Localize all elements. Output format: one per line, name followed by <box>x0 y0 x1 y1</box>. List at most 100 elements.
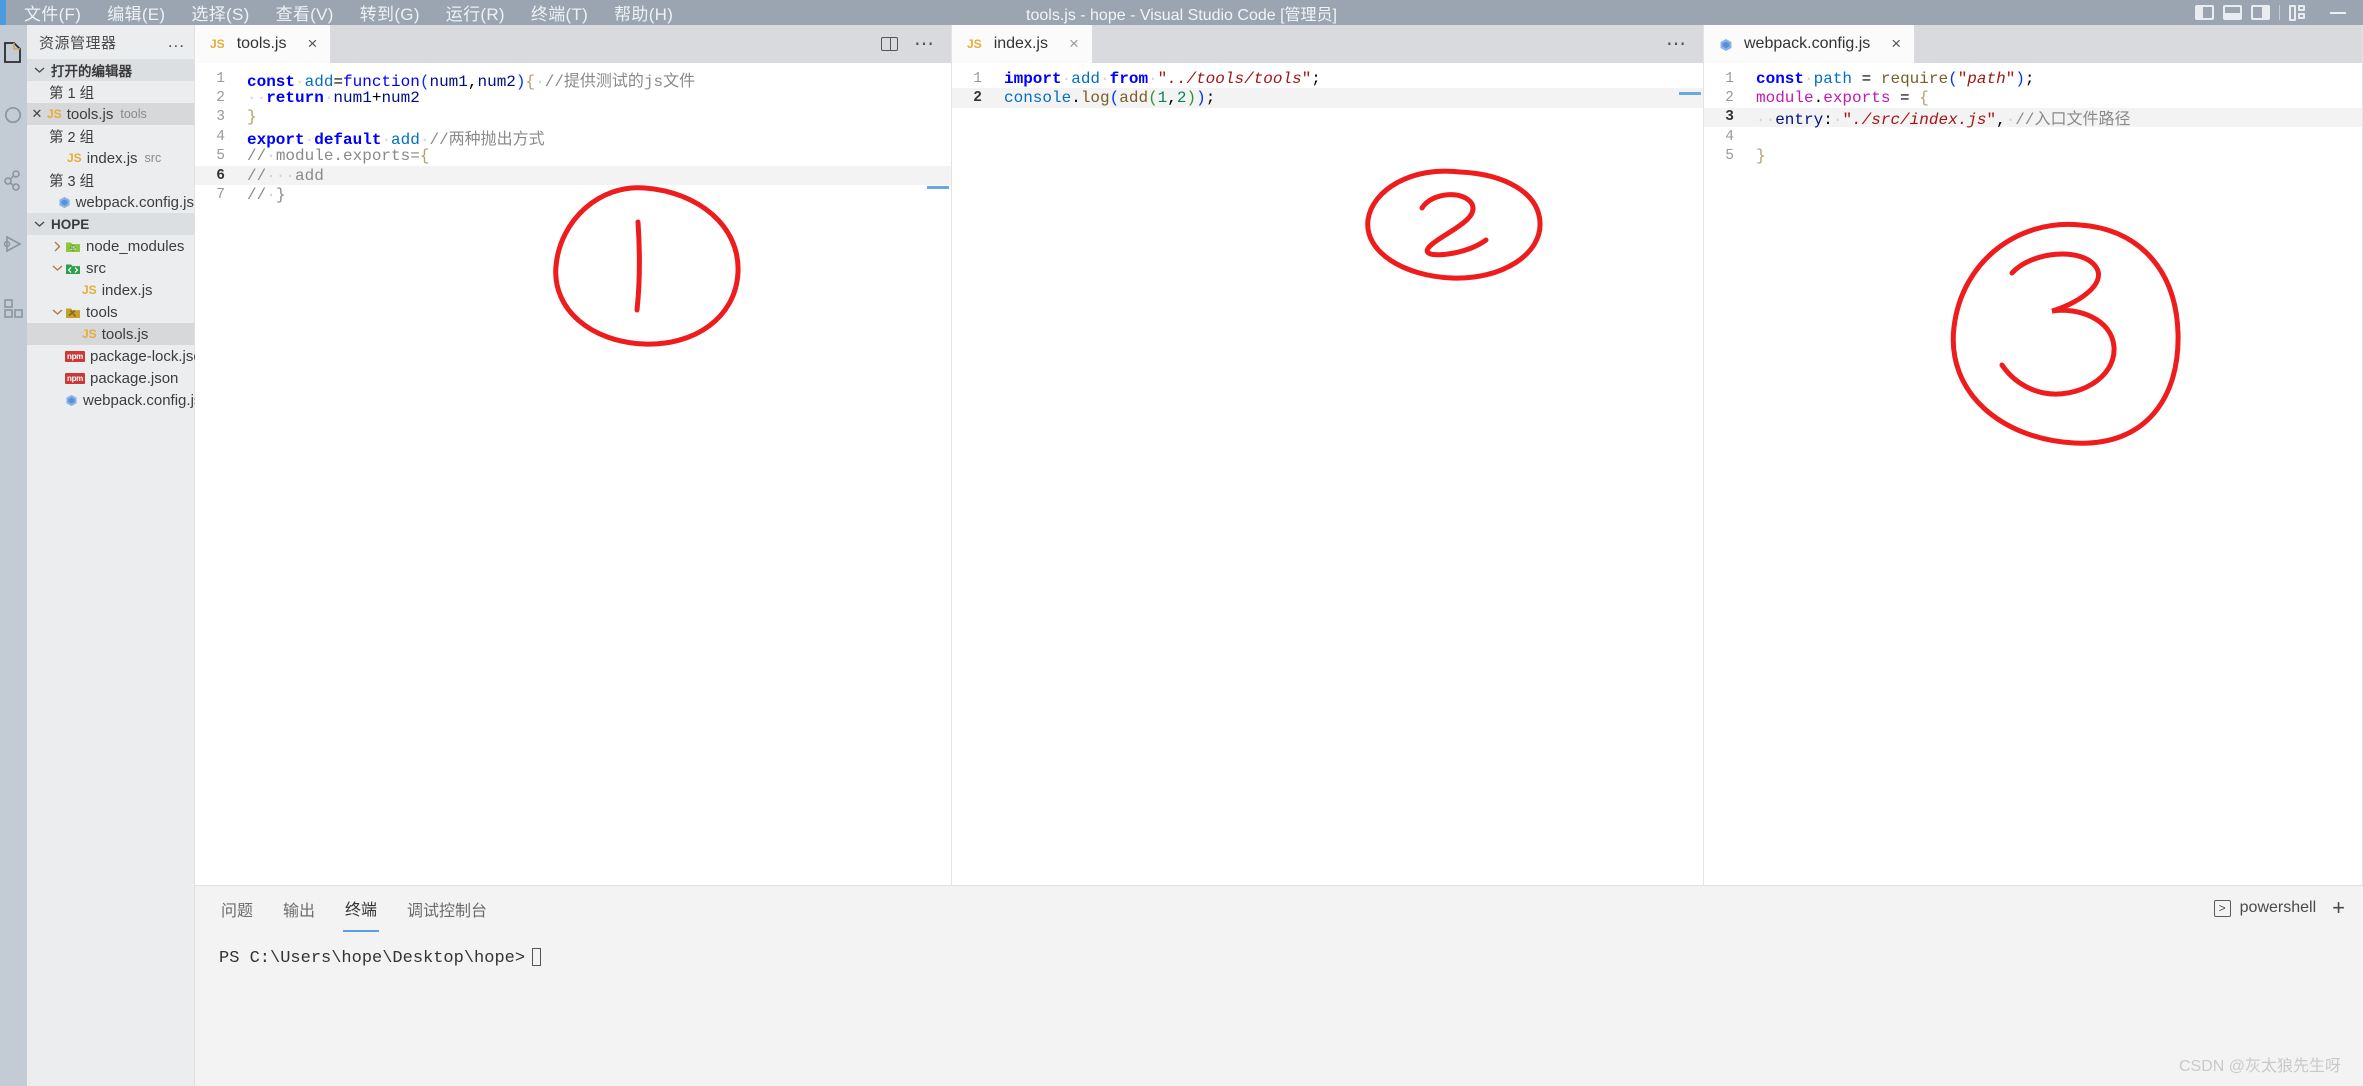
tree-item-tools-tools-js[interactable]: JS tools.js <box>27 323 194 345</box>
line-1: const·path = require("path"); <box>1756 69 2035 88</box>
search-icon <box>4 106 22 123</box>
tab-bar-actions-group-1: ⋯ <box>881 25 951 63</box>
tree-item-package-lock-json[interactable]: npm package-lock.json <box>27 345 210 367</box>
close-icon[interactable]: × <box>1069 34 1079 54</box>
menu-file[interactable]: 文件(F) <box>24 0 81 25</box>
tree-item-label: tools.js <box>101 325 149 343</box>
close-icon[interactable]: × <box>307 34 317 54</box>
tree-item-node_modules[interactable]: JS node_modules <box>27 235 194 257</box>
menu-terminal[interactable]: 终端(T) <box>531 0 588 25</box>
toggle-primary-sidebar-icon[interactable] <box>2195 5 2214 20</box>
menu-help[interactable]: 帮助(H) <box>614 0 673 25</box>
tree-item-tools[interactable]: tools <box>27 301 194 323</box>
open-editor-desc: tools <box>120 107 147 121</box>
window-minimize-button[interactable] <box>2317 0 2359 25</box>
terminal-prompt: PS C:\Users\hope\Desktop\hope> <box>219 949 526 968</box>
tab-bar-group-2: JS index.js × ⋯ <box>952 25 1703 63</box>
tree-item-label: src <box>86 259 106 277</box>
split-editor-icon[interactable] <box>881 37 898 51</box>
customize-layout-icon[interactable] <box>2289 4 2305 21</box>
section-open-editors-label: 打开的编辑器 <box>51 64 132 79</box>
tree-item-webpack-config-js[interactable]: webpack.config.js <box>27 389 201 411</box>
terminal-cursor <box>532 948 542 966</box>
editor-group-2-label[interactable]: 第 2 组 <box>27 125 194 147</box>
bottom-panel: 问题 输出 终端 调试控制台 > powershell + PS C:\User… <box>195 885 2363 1086</box>
tab-tools-js[interactable]: JS tools.js × <box>195 25 331 63</box>
tab-debug-console[interactable]: 调试控制台 <box>405 885 489 931</box>
explorer-sidebar: 资源管理器 ... 打开的编辑器 第 1 组 ✕ JS tools.js too… <box>27 25 210 1086</box>
open-editor-desc: src <box>144 151 162 165</box>
js-file-icon: JS <box>47 107 62 121</box>
editor-groups: JS tools.js × ⋯ 1 const·add=function(num1… <box>195 25 2363 885</box>
open-editor-index-js[interactable]: JS index.js src <box>27 147 194 169</box>
open-editor-webpack-config[interactable]: webpack.config.js <box>27 191 194 213</box>
npm-file-icon: npm <box>65 372 85 384</box>
editor-group-3-label[interactable]: 第 3 组 <box>27 169 194 191</box>
sidebar-item-extensions[interactable] <box>0 289 27 327</box>
js-file-icon: JS <box>210 37 225 51</box>
title-bar: 文件(F) 编辑(E) 选择(S) 查看(V) 转到(G) 运行(R) 终端(T… <box>0 0 2363 25</box>
new-terminal-button[interactable]: + <box>2332 897 2345 919</box>
tab-label: index.js <box>993 35 1048 52</box>
js-file-icon: JS <box>82 283 97 297</box>
tab-webpack-config-js[interactable]: webpack.config.js × <box>1704 25 1915 63</box>
tree-item-label: package-lock.json <box>90 347 211 365</box>
sidebar-item-explorer[interactable] <box>0 33 27 71</box>
tree-item-label: package.json <box>90 369 179 387</box>
line-number: 7 <box>216 187 225 204</box>
sidebar-more-actions-icon[interactable]: ... <box>168 33 185 50</box>
tree-item-package-json[interactable]: npm package.json <box>27 367 194 389</box>
line-number: 2 <box>1725 90 1734 107</box>
sidebar-header: 资源管理器 ... <box>27 25 194 59</box>
line-2: module.exports = { <box>1756 89 1929 108</box>
menu-select[interactable]: 选择(S) <box>191 0 249 25</box>
terminal-output[interactable]: PS C:\Users\hope\Desktop\hope> <box>195 930 2363 1086</box>
code-editor-webpack-config-js[interactable]: 1 const·path = require("path"); 2 module.e… <box>1704 63 2362 885</box>
js-file-icon: JS <box>967 37 982 51</box>
tab-problems[interactable]: 问题 <box>219 885 255 931</box>
more-actions-icon[interactable]: ⋯ <box>914 34 935 54</box>
editor-group-1-label[interactable]: 第 1 组 <box>27 81 194 103</box>
panel-actions: > powershell + <box>2213 897 2363 919</box>
terminal-selector[interactable]: > powershell <box>2213 899 2316 917</box>
section-workspace-hope[interactable]: HOPE <box>27 213 194 235</box>
close-icon[interactable]: ✕ <box>27 106 47 122</box>
tab-index-js[interactable]: JS index.js × <box>952 25 1092 63</box>
line-number: 1 <box>216 70 225 87</box>
line-4: export·default·add·//两种抛出方式 <box>247 130 545 149</box>
tree-item-src[interactable]: src <box>27 257 194 279</box>
window-accent-stripe <box>0 0 6 25</box>
more-actions-icon[interactable]: ⋯ <box>1666 34 1687 54</box>
line-3: ··entry:·"./src/index.js",·//入口文件路径 <box>1756 111 2131 130</box>
tree-item-src-index-js[interactable]: JS index.js <box>27 279 194 301</box>
group-label-text: 第 1 组 <box>49 85 95 102</box>
code-editor-index-js[interactable]: 1 import·add·from·"../tools/tools"; 2 cons… <box>952 63 1703 885</box>
webpack-file-icon <box>65 394 78 407</box>
toggle-panel-icon[interactable] <box>2223 5 2242 20</box>
code-editor-tools-js[interactable]: 1 const·add=function(num1,num2){·//提供测试的j… <box>195 63 951 885</box>
chevron-right-icon <box>49 240 65 252</box>
line-number: 2 <box>216 90 225 107</box>
menu-edit[interactable]: 编辑(E) <box>107 0 165 25</box>
tab-label: webpack.config.js <box>1744 35 1871 52</box>
tab-terminal[interactable]: 终端 <box>343 884 380 932</box>
source-control-icon <box>4 169 20 191</box>
open-editor-tools-js[interactable]: ✕ JS tools.js tools <box>27 103 194 125</box>
node-folder-icon: JS <box>65 240 81 253</box>
close-icon[interactable]: × <box>1891 34 1901 54</box>
menu-run[interactable]: 运行(R) <box>446 0 505 25</box>
section-open-editors[interactable]: 打开的编辑器 <box>27 59 194 81</box>
tools-folder-icon <box>65 306 81 319</box>
code-line: 6 //···add <box>195 165 951 186</box>
line-number: 1 <box>1725 70 1734 87</box>
tab-output[interactable]: 输出 <box>281 885 317 931</box>
sidebar-item-run-debug[interactable] <box>0 225 27 263</box>
toggle-secondary-sidebar-icon[interactable] <box>2251 5 2270 20</box>
sidebar-item-search[interactable] <box>0 97 27 135</box>
menu-go[interactable]: 转到(G) <box>360 0 420 25</box>
tab-bar-actions-group-2: ⋯ <box>1666 25 1703 63</box>
menu-view[interactable]: 查看(V) <box>276 0 334 25</box>
sidebar-item-source-control[interactable] <box>0 161 27 199</box>
chevron-down-icon <box>31 218 47 230</box>
line-number: 2 <box>973 90 982 107</box>
